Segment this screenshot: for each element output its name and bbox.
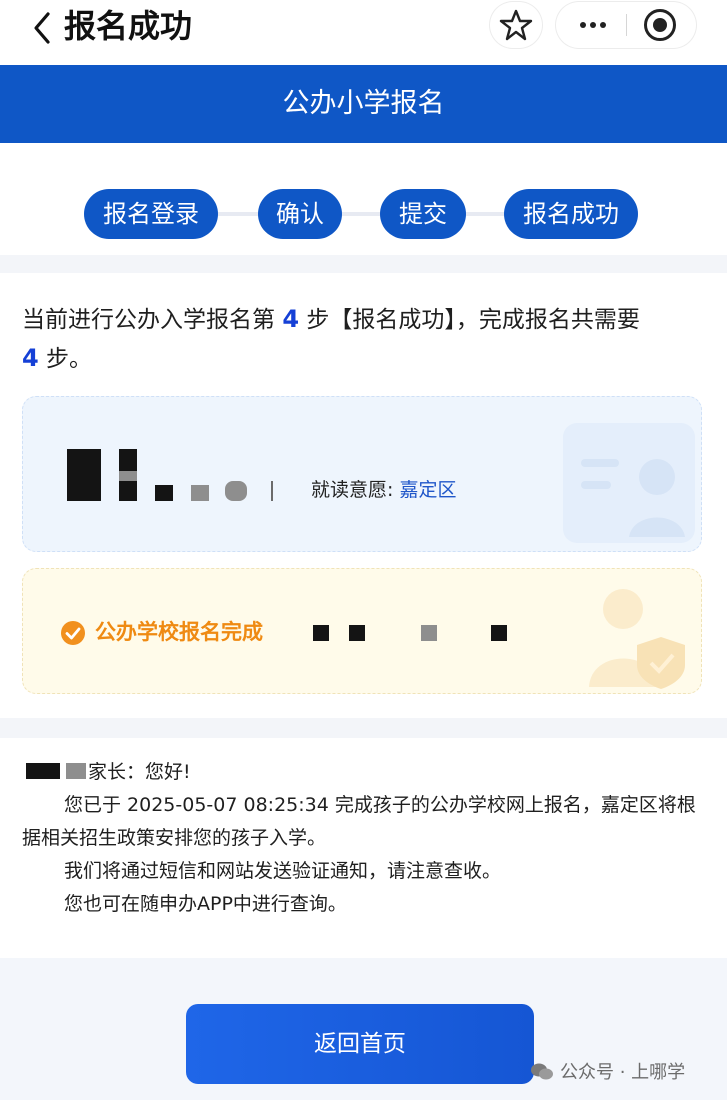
step-confirm[interactable]: 确认 [258, 189, 342, 239]
step-submit[interactable]: 提交 [380, 189, 466, 239]
step-connector [216, 212, 260, 216]
notice-greeting-line: 家长：您好! [22, 756, 708, 789]
notice-line-app: 您也可在随申办APP中进行查询。 [64, 893, 347, 915]
return-home-button[interactable]: 返回首页 [186, 1004, 534, 1084]
notice-line-completion: 您已于 2025-05-07 08:25:34 完成孩子的公办学校网上报名，嘉定… [22, 794, 696, 849]
watermark-text: 公众号 · 上哪学 [560, 1062, 686, 1083]
star-icon [499, 9, 533, 41]
registration-stepper: 报名登录 确认 提交 报名成功 [0, 143, 727, 255]
wechat-watermark: 公众号 · 上哪学 [530, 1060, 685, 1086]
person-shield-decoration-icon [589, 589, 685, 689]
header-title: 公办小学报名 [282, 88, 445, 119]
total-steps-number: 4 [22, 344, 39, 372]
registration-status-card: 公办学校报名完成 [22, 568, 702, 694]
more-button[interactable] [556, 2, 626, 48]
back-button[interactable] [28, 8, 58, 48]
step-success[interactable]: 报名成功 [504, 189, 638, 239]
status-message: 公办学校报名完成 [95, 620, 263, 644]
check-circle-icon [61, 621, 85, 645]
favorite-button[interactable] [490, 2, 542, 48]
school-preference: 就读意愿: 嘉定区 [311, 477, 456, 503]
notice-line-sms: 我们将通过短信和网站发送验证通知，请注意查收。 [64, 860, 502, 882]
page-header: 公办小学报名 [0, 65, 727, 143]
preference-label: 就读意愿: [311, 479, 394, 501]
confirmation-notice: 家长：您好! 您已于 2025-05-07 08:25:34 完成孩子的公办学校… [22, 756, 708, 921]
wechat-icon [531, 1063, 553, 1080]
section-divider [0, 718, 727, 738]
section-divider [0, 255, 727, 273]
preference-district: 嘉定区 [399, 479, 457, 501]
back-chevron-icon [34, 12, 50, 44]
id-card-decoration-icon [563, 423, 695, 543]
info-separator [271, 481, 273, 501]
page-title: 报名成功 [64, 7, 193, 45]
step-login[interactable]: 报名登录 [84, 189, 218, 239]
step-connector [340, 212, 382, 216]
page-footer: 返回首页 公众号 · 上哪学 [0, 958, 727, 1100]
progress-prefix: 当前进行公办入学报名第 [22, 307, 275, 333]
step-connector [464, 212, 506, 216]
close-button[interactable] [627, 2, 696, 48]
current-step-number: 4 [282, 305, 300, 333]
progress-description: 当前进行公办入学报名第 4 步【报名成功】，完成报名共需要 4 步。 [22, 300, 712, 378]
menu-capsule [556, 2, 696, 48]
progress-suffix: 步。 [46, 346, 93, 372]
notice-greeting: 家长：您好! [88, 761, 191, 783]
parent-name-redacted [22, 763, 88, 779]
progress-middle: 步【报名成功】，完成报名共需要 [306, 307, 640, 333]
student-info-card: 就读意愿: 嘉定区 [22, 396, 702, 552]
mini-program-nav-bar: 报名成功 [0, 0, 727, 64]
